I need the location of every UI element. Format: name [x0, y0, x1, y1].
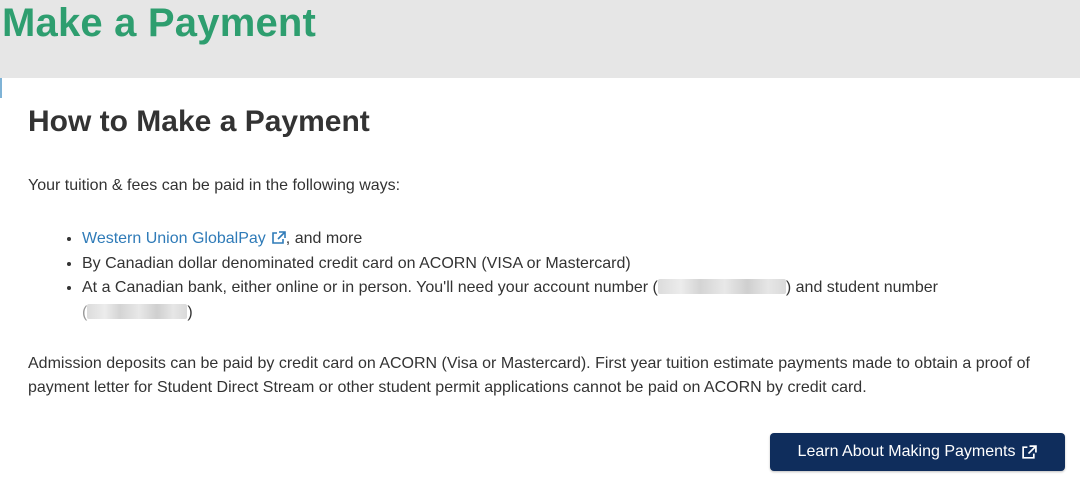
western-union-link-label: Western Union GlobalPay — [82, 230, 266, 247]
external-link-icon — [271, 231, 286, 244]
western-union-suffix: , and more — [285, 230, 363, 247]
section-heading: How to Make a Payment — [28, 105, 370, 138]
redacted-student-number — [87, 303, 188, 319]
bank-method-middle: ) and student number — [785, 279, 938, 296]
list-item: By Canadian dollar denominated credit ca… — [82, 252, 1072, 277]
list-item: Western Union GlobalPay , and more — [82, 227, 1072, 252]
student-number-close-paren: ) — [187, 303, 193, 321]
page-title: Make a Payment — [2, 1, 317, 45]
left-edge-accent — [0, 78, 2, 98]
credit-card-method-text: By Canadian dollar denominated credit ca… — [82, 254, 631, 272]
payment-methods-list: Western Union GlobalPay , and more By Ca… — [54, 227, 1072, 325]
external-link-icon — [1022, 444, 1038, 459]
redacted-account-number — [657, 279, 786, 294]
list-item: At a Canadian bank, either online or in … — [82, 276, 1072, 325]
learn-about-payments-button[interactable]: Learn About Making Payments — [770, 433, 1065, 471]
bank-method-text: At a Canadian bank, either online or in … — [82, 279, 658, 296]
admission-deposit-note: Admission deposits can be paid by credit… — [28, 355, 1030, 396]
learn-about-payments-label: Learn About Making Payments — [797, 443, 1016, 460]
western-union-link[interactable]: Western Union GlobalPay — [82, 230, 286, 247]
intro-text: Your tuition & fees can be paid in the f… — [28, 177, 401, 194]
